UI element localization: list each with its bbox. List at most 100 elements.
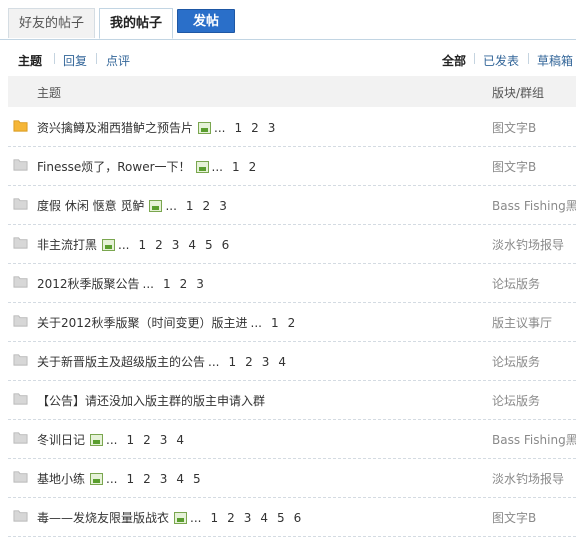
- table-row[interactable]: 2012秋季版聚公告... 1 2 3 论坛版务: [8, 263, 576, 303]
- table-row[interactable]: 资兴擒鳟及湘西猎鲈之预告片... 1 2 3 图文字B: [8, 107, 576, 147]
- forum-link[interactable]: 图文字B: [492, 119, 576, 136]
- page-link[interactable]: 1: [271, 316, 279, 330]
- page-ellipsis: ...: [106, 433, 118, 447]
- post-title-link[interactable]: 关于新晋版主及超级版主的公告: [37, 355, 205, 369]
- image-attachment-icon: [102, 239, 116, 251]
- post-title-link[interactable]: 基地小练: [37, 472, 85, 486]
- forum-link[interactable]: 论坛版务: [492, 392, 576, 409]
- page-link[interactable]: 3: [244, 511, 252, 525]
- tab-my-posts[interactable]: 我的帖子: [99, 8, 173, 39]
- tab-friends-posts[interactable]: 好友的帖子: [8, 8, 95, 38]
- page-ellipsis: ...: [211, 160, 223, 174]
- table-row[interactable]: 【公告】请还没加入版主群的版主申请入群 论坛版务: [8, 380, 576, 420]
- post-title-link[interactable]: 冬训日记: [37, 433, 85, 447]
- page-link[interactable]: 4: [176, 433, 184, 447]
- post-title-link[interactable]: Finesse烦了，Rower一下！: [37, 160, 191, 174]
- page-link[interactable]: 5: [205, 238, 213, 252]
- page-link[interactable]: 2: [180, 277, 188, 291]
- page-link[interactable]: 2: [249, 160, 257, 174]
- post-title-link[interactable]: 【公告】请还没加入版主群的版主申请入群: [37, 394, 265, 408]
- page-link[interactable]: 2: [155, 238, 163, 252]
- page-link[interactable]: 3: [172, 238, 180, 252]
- forum-link[interactable]: 淡水钓场报导: [492, 236, 576, 253]
- filter-reply[interactable]: 回复: [63, 52, 87, 69]
- forum-link[interactable]: 论坛版务: [492, 353, 576, 370]
- page-link[interactable]: 2: [227, 511, 235, 525]
- table-row[interactable]: 毒——发烧友限量版战衣... 1 2 3 4 5 6 图文字B: [8, 497, 576, 537]
- folder-icon: [13, 276, 28, 288]
- page-link[interactable]: 2: [143, 433, 151, 447]
- page-link[interactable]: 1: [232, 160, 240, 174]
- page-link[interactable]: 2: [203, 199, 211, 213]
- table-row[interactable]: Finesse烦了，Rower一下！... 1 2 图文字B: [8, 146, 576, 186]
- forum-link[interactable]: 图文字B: [492, 509, 576, 526]
- page-link[interactable]: 4: [176, 472, 184, 486]
- post-title-link[interactable]: 资兴擒鳟及湘西猎鲈之预告片: [37, 121, 193, 135]
- post-title-cell: 度假 休闲 惬意 觅鲈... 1 2 3: [37, 197, 227, 214]
- page-link[interactable]: 1: [234, 121, 242, 135]
- table-row[interactable]: 冬训日记... 1234 Bass Fishing黑鲈: [8, 419, 576, 459]
- table-row[interactable]: 基地小练... 1 2 3 4 5 淡水钓场报导: [8, 458, 576, 498]
- post-title-link[interactable]: 度假 休闲 惬意 觅鲈: [37, 199, 144, 213]
- page-link[interactable]: 1: [228, 355, 236, 369]
- folder-icon: [13, 510, 28, 522]
- header-forum: 版块/群组: [492, 86, 545, 100]
- forum-link[interactable]: 版主议事厅: [492, 314, 576, 331]
- page-link[interactable]: 2: [251, 121, 259, 135]
- page-link[interactable]: 5: [277, 511, 285, 525]
- forum-link[interactable]: 淡水钓场报导: [492, 470, 576, 487]
- table-header: 主题 版块/群组: [8, 76, 576, 107]
- page-link[interactable]: 1: [163, 277, 171, 291]
- forum-link[interactable]: Bass Fishing黑鲈: [492, 431, 576, 448]
- post-title-cell: 【公告】请还没加入版主群的版主申请入群: [37, 392, 265, 409]
- forum-link[interactable]: 图文字B: [492, 158, 576, 175]
- page-link[interactable]: 1: [210, 511, 218, 525]
- page-link[interactable]: 3: [160, 472, 168, 486]
- filter-comment[interactable]: 点评: [106, 52, 130, 69]
- post-title-link[interactable]: 关于2012秋季版聚（时间变更）版主进: [37, 316, 248, 330]
- page-link[interactable]: 4: [260, 511, 268, 525]
- post-title-cell: 2012秋季版聚公告... 1 2 3: [37, 275, 204, 292]
- page-link[interactable]: 1: [126, 433, 134, 447]
- table-row[interactable]: 非主流打黑... 1 2 3 4 5 6 淡水钓场报导: [8, 224, 576, 264]
- folder-icon: [13, 354, 28, 366]
- image-attachment-icon: [149, 200, 163, 212]
- table-row[interactable]: 关于新晋版主及超级版主的公告... 1 2 3 4 论坛版务: [8, 341, 576, 381]
- page-ellipsis: ...: [165, 199, 177, 213]
- page-link[interactable]: 2: [245, 355, 253, 369]
- page-link[interactable]: 4: [188, 238, 196, 252]
- table-row[interactable]: 关于2012秋季版聚（时间变更）版主进... 1 2 版主议事厅: [8, 302, 576, 342]
- page-link[interactable]: 4: [278, 355, 286, 369]
- folder-icon: [13, 198, 28, 210]
- divider: [528, 53, 529, 64]
- image-attachment-icon: [198, 122, 212, 134]
- new-post-button[interactable]: 发帖: [177, 9, 235, 33]
- post-title-link[interactable]: 毒——发烧友限量版战衣: [37, 511, 169, 525]
- page-link[interactable]: 1: [138, 238, 146, 252]
- page-link[interactable]: 3: [196, 277, 204, 291]
- table-row[interactable]: 度假 休闲 惬意 觅鲈... 123 Bass Fishing黑鲈: [8, 185, 576, 225]
- post-title-cell: 非主流打黑... 1 2 3 4 5 6: [37, 236, 229, 253]
- page-link[interactable]: 3: [262, 355, 270, 369]
- forum-link[interactable]: Bass Fishing黑鲈: [492, 197, 576, 214]
- filter-published[interactable]: 已发表: [483, 52, 519, 69]
- page-link[interactable]: 6: [294, 511, 302, 525]
- page-link[interactable]: 2: [288, 316, 296, 330]
- filter-subject[interactable]: 主题: [18, 52, 42, 69]
- forum-link[interactable]: 论坛版务: [492, 275, 576, 292]
- page-link[interactable]: 5: [193, 472, 201, 486]
- tab-bar: 好友的帖子 我的帖子 发帖: [0, 0, 576, 40]
- page-ellipsis: ...: [106, 472, 118, 486]
- filter-drafts[interactable]: 草稿箱: [537, 52, 573, 69]
- page-link[interactable]: 1: [126, 472, 134, 486]
- page-link[interactable]: 3: [268, 121, 276, 135]
- filter-all[interactable]: 全部: [442, 52, 466, 69]
- page-link[interactable]: 1: [186, 199, 194, 213]
- post-title-cell: 基地小练... 1 2 3 4 5: [37, 470, 201, 487]
- page-link[interactable]: 3: [219, 199, 227, 213]
- page-link[interactable]: 6: [222, 238, 230, 252]
- post-title-link[interactable]: 非主流打黑: [37, 238, 97, 252]
- page-link[interactable]: 3: [160, 433, 168, 447]
- page-link[interactable]: 2: [143, 472, 151, 486]
- post-title-link[interactable]: 2012秋季版聚公告: [37, 277, 140, 291]
